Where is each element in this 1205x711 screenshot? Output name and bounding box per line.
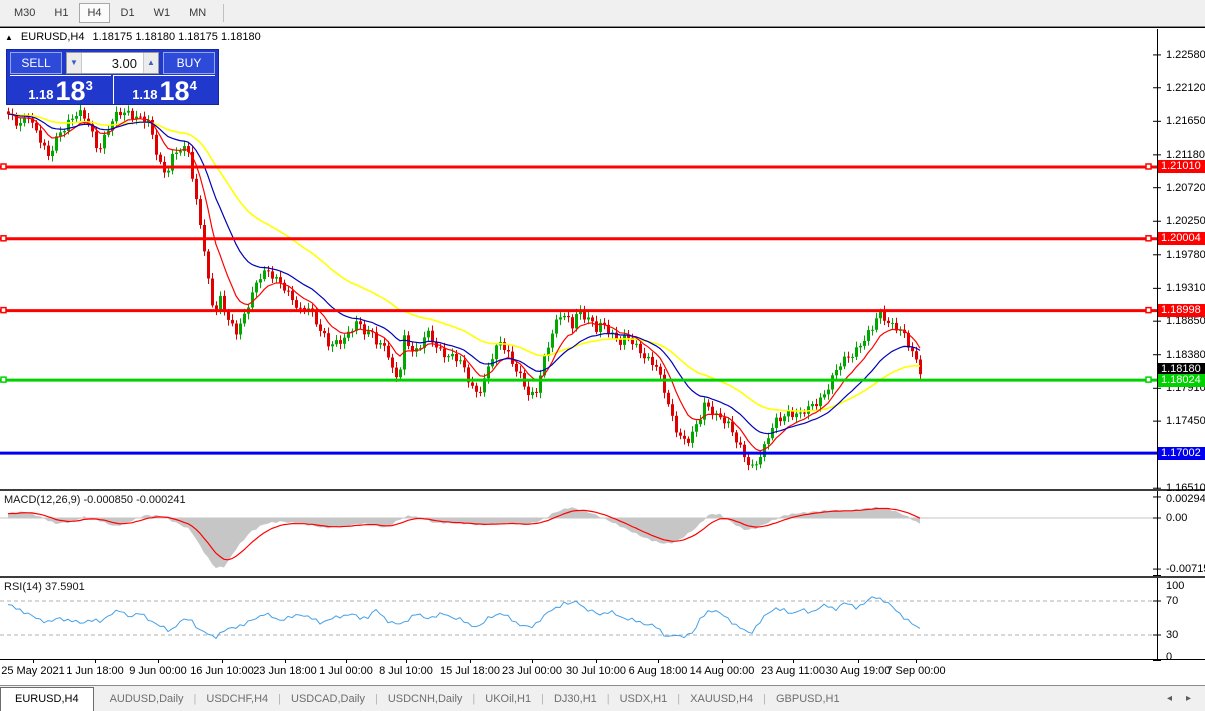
panel-separator[interactable]: [0, 576, 1205, 578]
chart-ohlc-values: 1.18175 1.18180 1.18175 1.18180: [93, 31, 261, 43]
toolbar-separator: [223, 4, 224, 22]
timeframe-button-mn[interactable]: MN: [181, 3, 214, 23]
buy-price-small: 1.18: [132, 87, 157, 102]
lot-size-stepper: ▼ ▲: [66, 52, 159, 74]
chart-tab-usdx-h1[interactable]: USDX,H1: [610, 689, 678, 709]
chart-tab-gbpusd-h1[interactable]: GBPUSD,H1: [766, 689, 850, 709]
collapse-triangle-icon[interactable]: ▲: [5, 33, 13, 42]
trading-terminal-window: M30H1H4D1W1MN ▲ EURUSD,H4 1.18175 1.1818…: [0, 0, 1205, 711]
chart-canvas[interactable]: [0, 28, 1205, 686]
buy-button[interactable]: BUY: [163, 52, 215, 74]
chart-title: ▲ EURUSD,H4 1.18175 1.18180 1.18175 1.18…: [5, 31, 261, 43]
time-axis-line: [0, 659, 1205, 660]
lot-size-input[interactable]: [82, 53, 143, 73]
timeframe-button-d1[interactable]: D1: [113, 3, 143, 23]
tab-scroll-right-icon[interactable]: ▸: [1186, 693, 1191, 704]
buy-price[interactable]: 1.18 18 4: [113, 75, 215, 104]
timeframe-button-w1[interactable]: W1: [146, 3, 179, 23]
one-click-trading-panel: SELL ▼ ▲ BUY 1.18 18 3 1.18 18 4: [6, 49, 219, 105]
chart-symbol-label: EURUSD,H4: [21, 31, 85, 43]
chart-tab-usdcad-daily[interactable]: USDCAD,Daily: [281, 689, 375, 709]
chart-window: ▲ EURUSD,H4 1.18175 1.18180 1.18175 1.18…: [0, 27, 1205, 686]
sell-price-small: 1.18: [28, 87, 53, 102]
buy-price-sup: 4: [190, 78, 197, 93]
chart-tab-usdchf-h4[interactable]: USDCHF,H4: [196, 689, 278, 709]
panel-separator[interactable]: [0, 489, 1205, 491]
chart-tab-xauusd-h4[interactable]: XAUUSD,H4: [680, 689, 763, 709]
tab-scroll-left-icon[interactable]: ◂: [1167, 693, 1172, 704]
sell-price[interactable]: 1.18 18 3: [10, 75, 111, 104]
sell-price-sup: 3: [86, 78, 93, 93]
chart-tab-usdcnh-daily[interactable]: USDCNH,Daily: [378, 689, 473, 709]
sell-price-big: 18: [56, 78, 86, 104]
tab-scroll-arrows: ◂▸: [1167, 693, 1191, 704]
rsi-indicator-label: RSI(14) 37.5901: [4, 581, 85, 593]
timeframe-toolbar: M30H1H4D1W1MN: [0, 0, 1205, 27]
timeframe-button-h4[interactable]: H4: [79, 3, 109, 23]
chart-tab-bar: EURUSD,H4AUDUSD,Daily|USDCHF,H4|USDCAD,D…: [0, 685, 1205, 711]
timeframe-button-h1[interactable]: H1: [46, 3, 76, 23]
buy-price-big: 18: [160, 78, 190, 104]
chart-tab-eurusd-h4[interactable]: EURUSD,H4: [0, 687, 94, 711]
chart-tab-ukoil-h1[interactable]: UKOil,H1: [475, 689, 541, 709]
sell-button[interactable]: SELL: [10, 52, 62, 74]
chart-tab-audusd-daily[interactable]: AUDUSD,Daily: [100, 689, 194, 709]
lot-increase-button[interactable]: ▲: [143, 53, 158, 73]
chart-tab-dj30-h1[interactable]: DJ30,H1: [544, 689, 607, 709]
lot-decrease-button[interactable]: ▼: [67, 53, 82, 73]
timeframe-button-m30[interactable]: M30: [6, 3, 43, 23]
macd-indicator-label: MACD(12,26,9) -0.000850 -0.000241: [4, 494, 186, 506]
